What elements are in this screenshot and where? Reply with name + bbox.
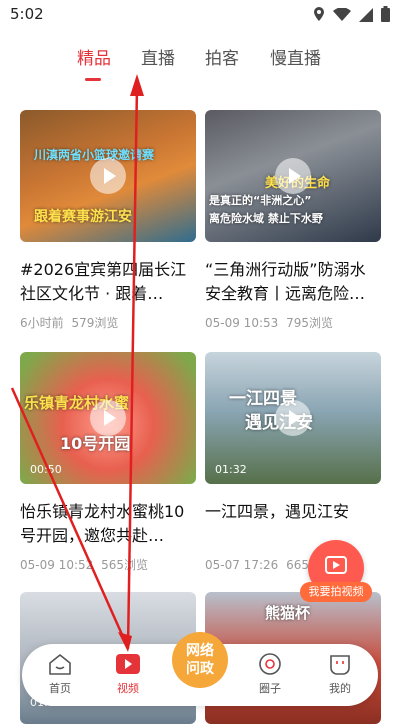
- battery-icon: [381, 6, 390, 26]
- tab-live[interactable]: 直播: [141, 44, 175, 69]
- tab-shoot[interactable]: 拍客: [205, 44, 239, 69]
- video-card[interactable]: 川滇两省小篮球邀请赛 跟着赛事游江安 #2026宜宾第四届长江社区文化节 · 跟…: [20, 110, 196, 331]
- video-duration: 00:50: [30, 463, 62, 476]
- video-meta: 05-09 10:52 565浏览: [20, 556, 196, 573]
- thumbnail-caption: 跟着赛事游江安: [34, 209, 132, 225]
- video-title[interactable]: #2026宜宾第四届长江社区文化节 · 跟着…: [20, 258, 196, 306]
- active-tab-indicator: [85, 78, 101, 81]
- thumbnail-caption: 熊猫杯: [265, 604, 311, 622]
- view-count: 579浏览: [71, 316, 119, 330]
- video-thumbnail[interactable]: 美好的生命 是真正的“非洲之心” 离危险水域 禁止下水野: [205, 110, 381, 242]
- nav-mine-label: 我的: [329, 682, 351, 695]
- publish-time: 05-09 10:52: [20, 558, 94, 572]
- video-thumbnail[interactable]: 一江四景 遇见江安 01:32: [205, 352, 381, 484]
- shoot-video-button[interactable]: 我要拍视频: [300, 540, 372, 602]
- video-meta: 6小时前 579浏览: [20, 314, 196, 331]
- nav-home[interactable]: 首页: [30, 652, 90, 696]
- nav-circle-label: 圈子: [259, 682, 281, 695]
- video-thumbnail[interactable]: 乐镇青龙村水蜜 10号开园 00:50: [20, 352, 196, 484]
- video-card[interactable]: 美好的生命 是真正的“非洲之心” 离危险水域 禁止下水野 “三角洲行动版”防溺水…: [205, 110, 381, 331]
- thumbnail-caption: 是真正的“非洲之心”: [209, 194, 312, 207]
- video-duration: 01:32: [215, 463, 247, 476]
- signal-icon: [359, 7, 373, 26]
- nav-video[interactable]: 视频: [98, 652, 158, 696]
- nav-video-label: 视频: [117, 682, 139, 695]
- profile-icon: [327, 652, 353, 676]
- video-play-icon: [115, 652, 141, 676]
- thumbnail-caption: 川滇两省小篮球邀请赛: [34, 148, 155, 162]
- tab-featured[interactable]: 精品: [77, 44, 111, 69]
- status-bar: 5:02: [0, 0, 400, 30]
- thumbnail-caption: 10号开园: [60, 434, 131, 453]
- play-icon[interactable]: [275, 400, 311, 436]
- shoot-video-label: 我要拍视频: [300, 582, 372, 602]
- nav-public-inquiry[interactable]: 网络 问政: [172, 632, 228, 688]
- publish-time: 6小时前: [20, 316, 64, 330]
- channel-tabs: 精品 直播 拍客 慢直播: [0, 44, 400, 81]
- thumbnail-caption: 离危险水域 禁止下水野: [209, 212, 323, 225]
- video-title[interactable]: “三角洲行动版”防溺水安全教育丨远离危险…: [205, 258, 381, 306]
- video-title[interactable]: 怡乐镇青龙村水蜜桃10号开园，邀您共赴…: [20, 500, 196, 548]
- view-count: 565浏览: [101, 558, 148, 572]
- video-meta: 05-09 10:53 795浏览: [205, 314, 381, 331]
- play-icon[interactable]: [90, 158, 126, 194]
- status-time: 5:02: [10, 5, 44, 23]
- nav-circle[interactable]: 圈子: [240, 652, 300, 696]
- play-icon[interactable]: [275, 158, 311, 194]
- wifi-icon: [333, 6, 351, 26]
- status-icons: [313, 6, 390, 26]
- nav-mine[interactable]: 我的: [310, 652, 370, 696]
- bottom-nav: 首页 视频 网络 问政 圈子 我的: [22, 632, 378, 706]
- tab-slow-live[interactable]: 慢直播: [270, 44, 321, 69]
- circle-icon: [257, 652, 283, 676]
- play-icon[interactable]: [90, 400, 126, 436]
- video-thumbnail[interactable]: 川滇两省小篮球邀请赛 跟着赛事游江安: [20, 110, 196, 242]
- publish-time: 05-09 10:53: [205, 316, 279, 330]
- location-icon: [313, 6, 325, 26]
- view-count: 795浏览: [286, 316, 333, 330]
- nav-home-label: 首页: [49, 682, 71, 695]
- publish-time: 05-07 17:26: [205, 558, 279, 572]
- home-icon: [47, 652, 73, 676]
- video-card[interactable]: 乐镇青龙村水蜜 10号开园 00:50 怡乐镇青龙村水蜜桃10号开园，邀您共赴……: [20, 352, 196, 573]
